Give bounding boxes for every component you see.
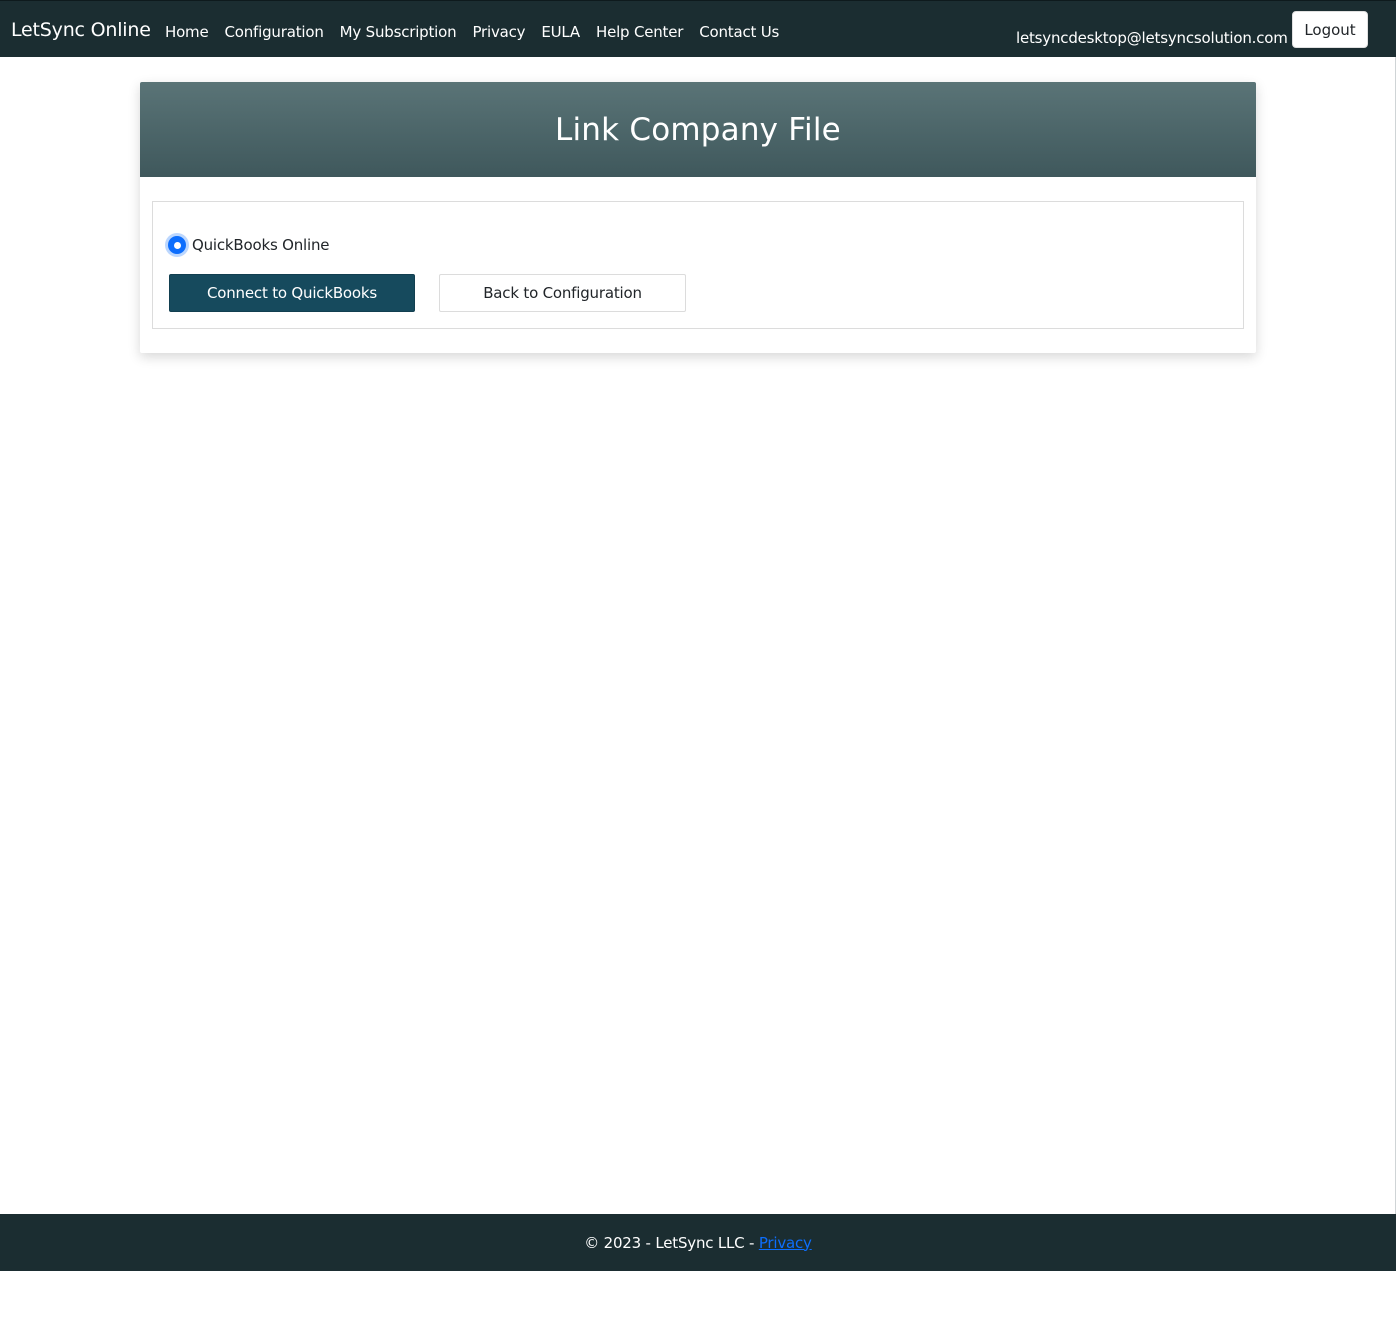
nav-link-my-subscription[interactable]: My Subscription bbox=[340, 23, 457, 41]
card-header: Link Company File bbox=[140, 82, 1256, 177]
nav-link-contact-us[interactable]: Contact Us bbox=[699, 23, 779, 41]
link-company-card: Link Company File QuickBooks Online Conn… bbox=[140, 82, 1256, 353]
radio-selected-icon[interactable] bbox=[168, 236, 186, 254]
footer-text: © 2023 - LetSync LLC - Privacy bbox=[584, 1233, 812, 1252]
radio-label: QuickBooks Online bbox=[192, 236, 330, 254]
connect-to-quickbooks-button[interactable]: Connect to QuickBooks bbox=[169, 274, 415, 312]
nav-link-configuration[interactable]: Configuration bbox=[225, 23, 324, 41]
nav-item-my-subscription: My Subscription bbox=[340, 22, 457, 41]
user-email: letsyncdesktop@letsyncsolution.com bbox=[1016, 29, 1288, 47]
logout-button[interactable]: Logout bbox=[1292, 11, 1368, 48]
nav-item-help-center: Help Center bbox=[596, 22, 683, 41]
nav-link-privacy[interactable]: Privacy bbox=[472, 23, 525, 41]
radio-quickbooks-online[interactable]: QuickBooks Online bbox=[168, 236, 330, 254]
nav-item-privacy: Privacy bbox=[472, 22, 525, 41]
card-title: Link Company File bbox=[555, 111, 841, 148]
nav-item-eula: EULA bbox=[541, 22, 580, 41]
nav-link-home[interactable]: Home bbox=[165, 23, 209, 41]
nav-link-help-center[interactable]: Help Center bbox=[596, 23, 683, 41]
radio-dot bbox=[173, 241, 181, 249]
connection-panel: QuickBooks Online Connect to QuickBooks … bbox=[152, 201, 1244, 329]
nav-item-home: Home bbox=[165, 22, 209, 41]
brand-link[interactable]: LetSync Online bbox=[11, 19, 151, 41]
nav-item-configuration: Configuration bbox=[225, 22, 324, 41]
footer-privacy-link[interactable]: Privacy bbox=[759, 1234, 812, 1252]
back-to-configuration-button[interactable]: Back to Configuration bbox=[439, 274, 686, 312]
top-navbar: LetSync Online Home Configuration My Sub… bbox=[0, 0, 1396, 57]
nav-link-eula[interactable]: EULA bbox=[541, 23, 580, 41]
nav-links: Home Configuration My Subscription Priva… bbox=[165, 22, 779, 41]
footer-copyright: © 2023 - LetSync LLC - bbox=[584, 1233, 759, 1252]
nav-item-contact-us: Contact Us bbox=[699, 22, 779, 41]
page-footer: © 2023 - LetSync LLC - Privacy bbox=[0, 1214, 1396, 1271]
